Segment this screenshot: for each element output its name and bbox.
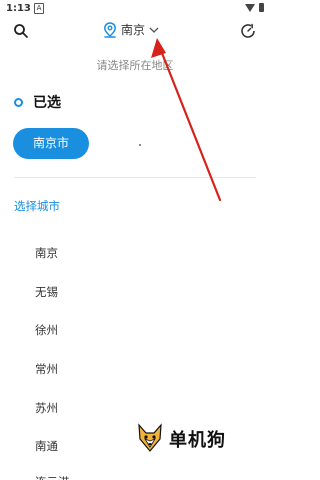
watermark-text: 单机狗 (169, 430, 226, 451)
annotation-arrow (151, 38, 222, 202)
watermark: 单机狗 (135, 423, 226, 455)
dog-logo-icon (138, 423, 162, 452)
